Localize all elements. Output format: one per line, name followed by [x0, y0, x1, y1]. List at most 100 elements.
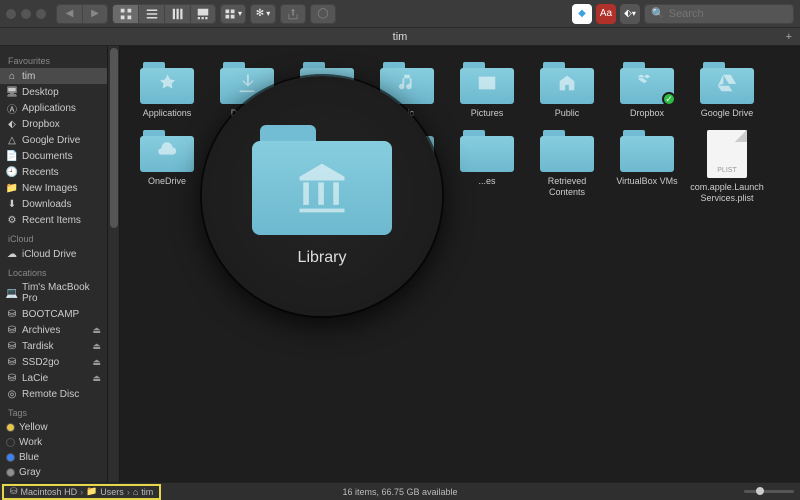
folder-icon: 📁 — [6, 182, 18, 194]
new-tab-button[interactable]: + — [786, 31, 792, 43]
sidebar-item-blue[interactable]: Blue — [0, 450, 107, 465]
folder-icon — [700, 62, 754, 104]
folder-icon — [140, 62, 194, 104]
sidebar-item-archives[interactable]: ⛁Archives⏏ — [0, 322, 107, 338]
sidebar-item-gray[interactable]: Gray — [0, 465, 107, 480]
edit-tags-button[interactable]: ◯ — [310, 4, 336, 24]
eject-icon[interactable]: ⏏ — [92, 357, 101, 368]
file-item[interactable]: VirtualBox VMs — [608, 126, 686, 207]
path-bar-highlighted: ⛁Macintosh HD›📁Users›⌂tim — [2, 484, 161, 500]
view-gallery-button[interactable] — [190, 4, 216, 24]
file-item[interactable]: Google Drive — [688, 58, 766, 122]
search-field[interactable]: 🔍 — [644, 4, 794, 24]
search-input[interactable] — [669, 8, 800, 20]
sidebar-item-bootcamp[interactable]: ⛁BOOTCAMP — [0, 306, 107, 322]
menu-extra-app-1[interactable]: ◆ — [572, 4, 592, 24]
sidebar-item-label: Dropbox — [22, 119, 60, 130]
menu-extra-dropbox[interactable]: ⬖▾ — [620, 4, 640, 24]
file-item[interactable]: Downl... — [208, 58, 286, 122]
icon-size-slider[interactable] — [744, 490, 794, 493]
file-item[interactable] — [368, 126, 446, 207]
back-button[interactable]: ◀ — [56, 4, 82, 24]
eject-icon[interactable]: ⏏ — [92, 325, 101, 336]
gear-icon: ✻ — [256, 8, 264, 19]
sidebar-item-downloads[interactable]: ⬇Downloads — [0, 196, 107, 212]
forward-button[interactable]: ▶ — [82, 4, 108, 24]
path-segment[interactable]: ⌂tim — [133, 487, 153, 497]
home-icon: ⌂ — [133, 487, 138, 497]
sidebar-section-title: iCloud — [0, 228, 107, 246]
file-item[interactable]: Public — [528, 58, 606, 122]
group-by-button[interactable]: ▾ — [220, 4, 246, 24]
file-item[interactable]: ...es — [448, 126, 526, 207]
view-icons-button[interactable] — [112, 4, 138, 24]
path-separator-icon: › — [80, 487, 83, 497]
sidebar-item-desktop[interactable]: 🖥Desktop — [0, 84, 107, 100]
eject-icon[interactable]: ⏏ — [92, 341, 101, 352]
document-icon: PLIST — [707, 130, 747, 178]
sidebar-item-remote-disc[interactable]: ◎Remote Disc — [0, 386, 107, 402]
magnifier-label: Library — [298, 249, 347, 267]
file-item[interactable]: OneDrive — [128, 126, 206, 207]
sidebar-item-new-images[interactable]: 📁New Images — [0, 180, 107, 196]
file-item[interactable]: Pictures — [448, 58, 526, 122]
disk-icon: ⛁ — [10, 486, 18, 497]
sidebar-item-label: BOOTCAMP — [22, 309, 79, 320]
file-label: OneDrive — [148, 176, 186, 186]
sidebar-item-label: Tim's MacBook Pro — [22, 282, 101, 304]
disc-icon: ◎ — [6, 388, 18, 400]
file-item[interactable]: Retrieved Contents — [528, 126, 606, 207]
file-item[interactable] — [288, 58, 366, 122]
minimize-window-button[interactable] — [21, 9, 31, 19]
share-button[interactable] — [280, 4, 306, 24]
action-menu-button[interactable]: ✻▾ — [250, 4, 276, 24]
file-item[interactable]: ...ic — [368, 58, 446, 122]
sidebar-item-icloud-drive[interactable]: ☁iCloud Drive — [0, 246, 107, 262]
dropbox-icon: ⬖ — [6, 118, 18, 130]
view-list-button[interactable] — [138, 4, 164, 24]
sidebar-item-yellow[interactable]: Yellow — [0, 420, 107, 435]
gdrive-icon: △ — [6, 134, 18, 146]
folder-icon — [300, 130, 354, 172]
gear-icon: ⚙ — [6, 214, 18, 226]
menu-extra-app-2[interactable]: Aa — [596, 4, 616, 24]
sidebar-item-label: Gray — [19, 467, 41, 478]
sidebar-item-label: tim — [22, 71, 35, 82]
sidebar-item-recent-items[interactable]: ⚙Recent Items — [0, 212, 107, 228]
content-area: ApplicationsDownl... ...ic Pictures Public ✓… — [120, 46, 800, 482]
sidebar-item-lacie[interactable]: ⛁LaCie⏏ — [0, 370, 107, 386]
sidebar-scrollbar[interactable] — [108, 46, 120, 482]
folder-icon — [220, 130, 274, 172]
view-columns-button[interactable] — [164, 4, 190, 24]
sidebar-item-work[interactable]: Work — [0, 435, 107, 450]
sidebar-item-ssd2go[interactable]: ⛁SSD2go⏏ — [0, 354, 107, 370]
file-label: Pictures — [471, 108, 504, 118]
sidebar-item-tim[interactable]: ⌂tim — [0, 68, 107, 84]
file-item[interactable]: ✓Dropbox — [608, 58, 686, 122]
sidebar-item-tardisk[interactable]: ⛁Tardisk⏏ — [0, 338, 107, 354]
eject-icon[interactable]: ⏏ — [92, 373, 101, 384]
file-label: Public — [555, 108, 580, 118]
sidebar-item-applications[interactable]: ⒶApplications — [0, 100, 107, 116]
file-item[interactable]: Applications — [128, 58, 206, 122]
sidebar-item-google-drive[interactable]: △Google Drive — [0, 132, 107, 148]
file-item[interactable]: PLISTcom.apple.LaunchServices.plist — [688, 126, 766, 207]
close-window-button[interactable] — [6, 9, 16, 19]
sidebar-item-tim-s-macbook-pro[interactable]: 💻Tim's MacBook Pro — [0, 280, 107, 306]
disk-icon: ⛁ — [6, 372, 18, 384]
desktop-icon: 🖥 — [6, 86, 18, 98]
file-item[interactable]: D... — [288, 126, 366, 207]
path-segment[interactable]: 📁Users — [86, 486, 124, 497]
tab-bar: tim + — [0, 28, 800, 46]
sidebar-item-label: Downloads — [22, 199, 71, 210]
sidebar-item-documents[interactable]: 📄Documents — [0, 148, 107, 164]
fullscreen-window-button[interactable] — [36, 9, 46, 19]
sidebar-item-dropbox[interactable]: ⬖ Dropbox — [0, 116, 107, 132]
path-segment[interactable]: ⛁Macintosh HD — [10, 486, 77, 497]
sync-check-badge: ✓ — [662, 92, 676, 106]
folder-icon: 📁 — [86, 486, 97, 497]
sidebar-item-label: Tardisk — [22, 341, 54, 352]
sidebar-item-recents[interactable]: 🕘Recents — [0, 164, 107, 180]
file-item[interactable]: Desktop — [208, 126, 286, 207]
file-label: Google Drive — [701, 108, 754, 118]
